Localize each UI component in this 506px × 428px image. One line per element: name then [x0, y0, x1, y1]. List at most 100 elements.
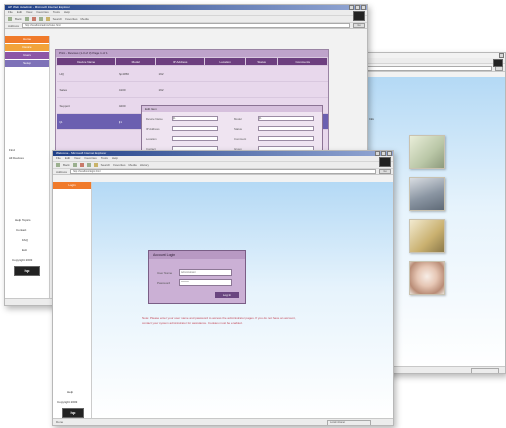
login-notice: Note: Please enter your user name and pa…	[142, 316, 296, 325]
status-zone	[471, 368, 499, 373]
forward-icon[interactable]	[72, 163, 77, 167]
col-comments[interactable]: Comments	[277, 57, 328, 66]
menu-item-file[interactable]: File	[56, 156, 61, 161]
table-row[interactable]: Sales 4100 192	[56, 81, 328, 98]
toolbar-back-label[interactable]: Back	[63, 163, 70, 167]
nav-item-home[interactable]: Home	[5, 36, 49, 44]
comment-input[interactable]	[258, 136, 314, 141]
nav-item-users[interactable]: Users	[5, 52, 49, 60]
toolbar-search-label[interactable]: Search	[101, 163, 111, 167]
refresh-icon[interactable]	[86, 163, 91, 167]
maximize-icon[interactable]	[381, 151, 386, 156]
product-thumbnail-gear[interactable]	[409, 261, 445, 295]
toolbar-search-label[interactable]: Search	[53, 17, 63, 21]
home-icon[interactable]	[45, 17, 50, 21]
windows-logo-icon	[493, 59, 503, 67]
back-icon[interactable]	[56, 163, 60, 167]
back-icon[interactable]	[8, 17, 12, 21]
form-row: Model lj1	[234, 116, 314, 121]
toolbar-back-label[interactable]: Back	[15, 17, 22, 21]
footer-help[interactable]: Help Topics	[15, 218, 30, 222]
toolbar-history-label[interactable]: History	[140, 163, 149, 167]
product-thumbnail-printer[interactable]	[409, 135, 445, 169]
address-input[interactable]: http://localhost/admin/index.html	[22, 23, 350, 28]
hp-logo: hp	[14, 266, 40, 276]
home-icon[interactable]	[93, 163, 98, 167]
menu-item-view[interactable]: View	[26, 10, 32, 15]
status-input[interactable]	[258, 126, 314, 131]
refresh-icon[interactable]	[38, 17, 43, 21]
close-icon[interactable]	[499, 53, 504, 58]
address-label: Address	[56, 169, 68, 174]
form-row: Location	[146, 136, 218, 141]
window-controls	[499, 53, 504, 58]
nav-item-login[interactable]: Login	[53, 182, 91, 190]
filter-dropdown[interactable]: All Devices	[9, 156, 24, 160]
menu-item-favorites[interactable]: Favorites	[36, 10, 48, 15]
table-row[interactable]: HQ hp4050 192	[56, 65, 328, 82]
minimize-icon[interactable]	[375, 151, 380, 156]
address-bar: Address http://localhost/admin/index.htm…	[5, 23, 367, 29]
address-input[interactable]: http://localhost/login.html	[70, 169, 376, 174]
form-row: IP Address	[146, 126, 218, 131]
find-label[interactable]: Find	[9, 148, 15, 152]
window-controls	[349, 5, 366, 10]
footer-help[interactable]: Help	[67, 390, 73, 394]
menu-item-view[interactable]: View	[74, 156, 80, 161]
edit-form-title: Edit Item	[142, 106, 322, 112]
col-status[interactable]: Status	[244, 57, 279, 66]
device-name-input[interactable]: lj1	[172, 116, 218, 121]
go-button[interactable]: Go	[379, 169, 391, 174]
menu-item-file[interactable]: File	[8, 10, 13, 15]
close-icon[interactable]	[361, 5, 366, 10]
menu-item-edit[interactable]: Edit	[65, 156, 70, 161]
address-label: Address	[8, 23, 20, 28]
username-input[interactable]: Administrator	[179, 269, 232, 276]
login-button[interactable]: Log In	[215, 292, 239, 298]
close-icon[interactable]	[387, 151, 392, 156]
model-input[interactable]: lj1	[258, 116, 314, 121]
col-location[interactable]: Location	[204, 57, 246, 66]
ip-input[interactable]	[172, 126, 218, 131]
product-thumbnail-scanner[interactable]	[409, 177, 445, 211]
location-input[interactable]	[172, 136, 218, 141]
menu-item-tools[interactable]: Tools	[101, 156, 108, 161]
footer-faq[interactable]: FAQ	[22, 238, 28, 242]
status-text: Done	[56, 420, 64, 424]
col-model[interactable]: Model	[115, 57, 156, 66]
menu-item-favorites[interactable]: Favorites	[84, 156, 96, 161]
forward-icon[interactable]	[24, 17, 29, 21]
menu-item-tools[interactable]: Tools	[53, 10, 60, 15]
minimize-icon[interactable]	[349, 5, 354, 10]
panel-title: Print - Devices (1-3 of 3) Page 1 of 1	[56, 50, 328, 57]
nav-item-device[interactable]: Device	[5, 44, 49, 52]
maximize-icon[interactable]	[355, 5, 360, 10]
col-device-name[interactable]: Device Name	[55, 57, 117, 66]
window-controls	[375, 151, 392, 156]
footer-contact[interactable]: Contact	[16, 228, 26, 232]
username-label: User Name	[157, 270, 173, 275]
window-title: Welcome - Microsoft Internet Explorer	[56, 151, 107, 155]
menu-item-edit[interactable]: Edit	[17, 10, 22, 15]
nav-item-setup[interactable]: Setup	[5, 60, 49, 68]
go-button[interactable]: Go	[353, 23, 365, 28]
col-ip[interactable]: IP Address	[154, 57, 206, 66]
password-input[interactable]: ********	[179, 279, 232, 286]
windows-logo-icon	[379, 157, 391, 167]
toolbar-media-label[interactable]: Media	[81, 17, 89, 21]
toolbar-favorites-label[interactable]: Favorites	[65, 17, 77, 21]
status-bar: Done Local intranet	[53, 418, 393, 425]
stop-icon[interactable]	[79, 163, 84, 167]
login-title: Account Login	[149, 251, 245, 259]
product-thumbnail-device[interactable]	[409, 219, 445, 253]
toolbar-media-label[interactable]: Media	[129, 163, 137, 167]
footer-copyright: Copyright 2003	[12, 258, 33, 262]
menu-item-help[interactable]: Help	[112, 156, 118, 161]
stop-icon[interactable]	[31, 17, 36, 21]
status-zone: Local intranet	[327, 420, 371, 425]
hp-logo: hp	[62, 408, 84, 418]
username-row: User Name Administrator	[157, 269, 232, 276]
toolbar-favorites-label[interactable]: Favorites	[113, 163, 125, 167]
menu-item-help[interactable]: Help	[64, 10, 70, 15]
footer-exit[interactable]: Exit	[22, 248, 27, 252]
